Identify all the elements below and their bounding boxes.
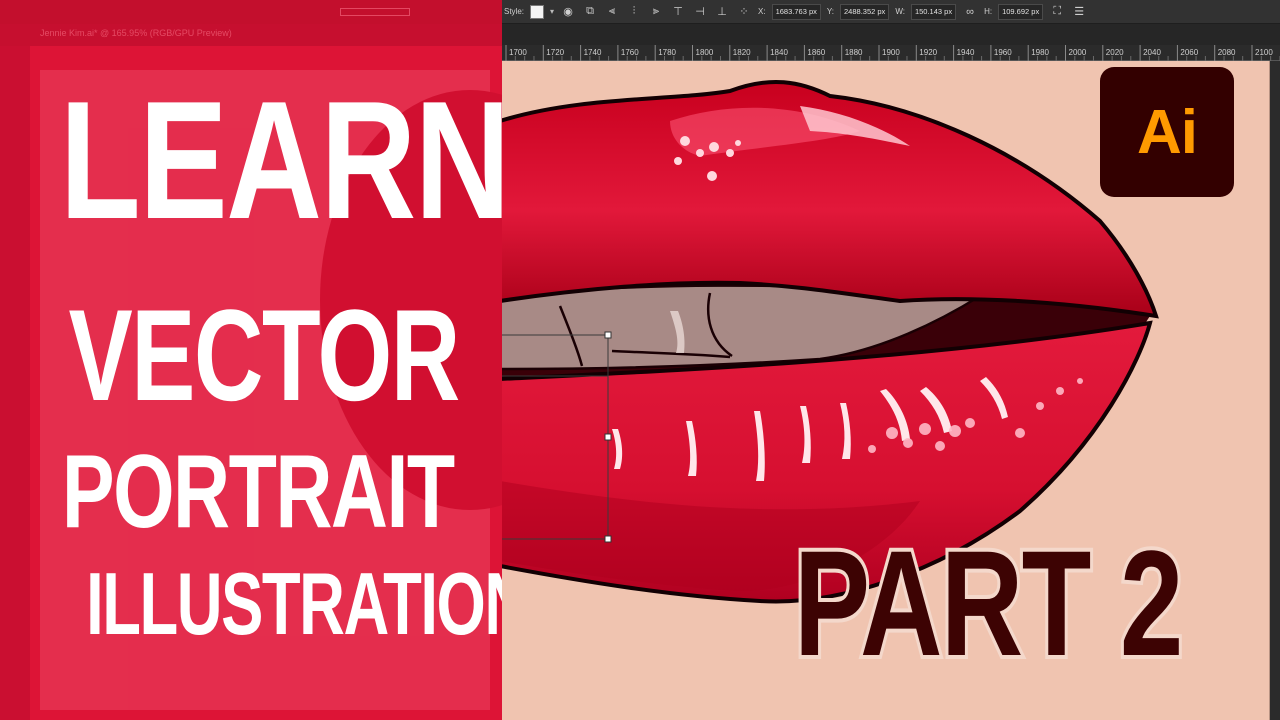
ruler-tick-label: 2080 <box>1218 48 1236 57</box>
style-label: Style: <box>504 7 525 16</box>
illustrator-logo-badge: Ai <box>1100 67 1234 197</box>
ruler-tick-label: 1900 <box>882 48 900 57</box>
horizontal-ruler[interactable]: 1700 1720 1740 1760 1780 1800 1820 1840 1860 1880… <box>500 45 1280 61</box>
ruler-tick-label: 1860 <box>807 48 825 57</box>
ruler-tick-label: 1720 <box>546 48 564 57</box>
transform-icon[interactable]: ⛶ <box>1049 4 1065 20</box>
headline-line-2: VECTOR <box>0 290 502 420</box>
y-field[interactable]: 2488.352 px <box>840 3 890 20</box>
control-bar: Style: ▾ ◉ ⧉ ⫷ ⫶ ⫸ ⊤ ⊣ ⊥ ⁘ X: 1683.763 p… <box>500 0 1280 24</box>
document-tab-strip <box>500 24 1280 45</box>
ruler-tick-label: 2020 <box>1106 48 1124 57</box>
align-center-icon[interactable]: ⫶ <box>626 4 642 20</box>
chevron-down-icon[interactable]: ▾ <box>550 7 554 16</box>
y-label: Y: <box>826 7 835 16</box>
align-top-icon[interactable]: ⊤ <box>670 4 686 20</box>
ruler-tick-label: 1800 <box>696 48 714 57</box>
headline-line-3: PORTRAIT <box>0 440 502 544</box>
ruler-tick-label: 1760 <box>621 48 639 57</box>
ruler-tick-label: 1960 <box>994 48 1012 57</box>
ruler-tick-label: 1940 <box>957 48 975 57</box>
h-label: H: <box>984 7 993 16</box>
align-left-icon[interactable]: ⫷ <box>604 4 620 20</box>
ruler-tick-label: 1740 <box>584 48 602 57</box>
h-field[interactable]: 109.692 px <box>998 3 1044 20</box>
ghost-stroke-field <box>340 8 410 16</box>
x-label: X: <box>758 7 766 16</box>
align-bottom-icon[interactable]: ⊥ <box>714 4 730 20</box>
ruler-tick-label: 2040 <box>1143 48 1161 57</box>
illustrator-workspace: Style: ▾ ◉ ⧉ ⫷ ⫶ ⫸ ⊤ ⊣ ⊥ ⁘ X: 1683.763 p… <box>500 0 1280 720</box>
menu-icon[interactable]: ☰ <box>1071 4 1087 20</box>
ghost-document-tab: Jennie Kim.ai* @ 165.95% (RGB/GPU Previe… <box>40 28 232 38</box>
recolor-icon[interactable]: ◉ <box>560 4 576 20</box>
w-label: W: <box>895 7 905 16</box>
reference-point-icon[interactable]: ⁘ <box>736 4 752 20</box>
headline-line-1-text: LEARN <box>59 66 502 254</box>
ai-logo-text: Ai <box>1137 97 1198 167</box>
ruler-ticks: 1700 1720 1740 1760 1780 1800 1820 1840 1860 1880… <box>505 45 1280 61</box>
ruler-tick-label: 1820 <box>733 48 751 57</box>
part-label: PART 2 <box>778 518 1280 688</box>
ruler-tick-label: 1700 <box>509 48 527 57</box>
ruler-tick-label: 1880 <box>845 48 863 57</box>
ghost-control-bar <box>0 0 502 24</box>
ruler-tick-label: 2060 <box>1180 48 1198 57</box>
w-field[interactable]: 150.143 px <box>910 3 957 20</box>
part-label-text: PART 2 <box>791 519 1186 687</box>
ruler-tick-label: 1980 <box>1031 48 1049 57</box>
ruler-tick-label: 1920 <box>919 48 937 57</box>
link-icon[interactable]: ∞ <box>962 4 978 20</box>
x-field[interactable]: 1683.763 px <box>771 3 821 20</box>
headline-line-2-text: VECTOR <box>68 282 461 428</box>
title-panel: Jennie Kim.ai* @ 165.95% (RGB/GPU Previe… <box>0 0 502 720</box>
align-to-icon[interactable]: ⧉ <box>582 4 598 20</box>
ruler-tick-label: 1840 <box>770 48 788 57</box>
align-middle-icon[interactable]: ⊣ <box>692 4 708 20</box>
ruler-tick-label: 2100 <box>1255 48 1273 57</box>
headline-line-1: LEARN <box>0 76 502 244</box>
headline-line-3-text: PORTRAIT <box>61 434 455 550</box>
ruler-tick-label: 2000 <box>1069 48 1087 57</box>
headline-line-4-text: ILLUSTRATION <box>86 554 502 653</box>
ruler-tick-label: 1780 <box>658 48 676 57</box>
align-right-icon[interactable]: ⫸ <box>648 4 664 20</box>
style-swatch[interactable] <box>530 4 545 19</box>
headline-line-4: ILLUSTRATION <box>0 560 502 648</box>
